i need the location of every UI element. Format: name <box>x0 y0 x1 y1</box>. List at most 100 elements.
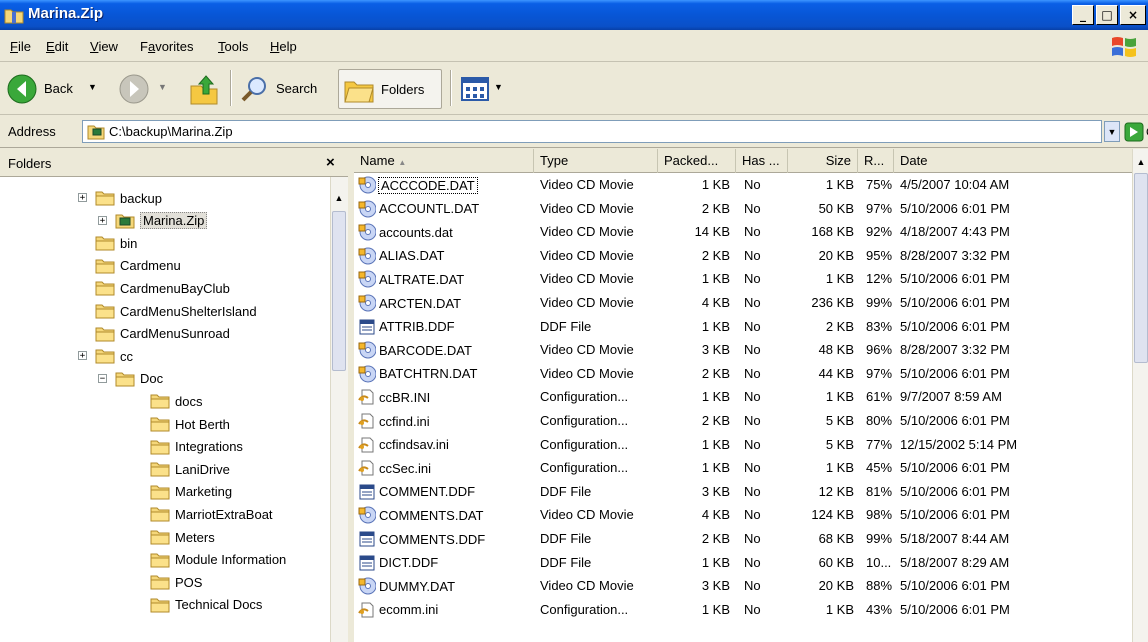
title-bar[interactable]: Marina.Zip _ □ × <box>0 0 1148 30</box>
column-header-has[interactable]: Has ... <box>736 149 788 173</box>
tree-item[interactable]: Cardmenu <box>95 255 181 277</box>
tree-item[interactable]: LaniDrive <box>150 458 230 480</box>
file-has-password: No <box>744 554 761 570</box>
file-row[interactable]: ecomm.ini Configuration... 1 KB No 1 KB 43% 5/… <box>354 599 1132 621</box>
menu-favorites[interactable]: Favorites <box>140 39 193 54</box>
scroll-up-icon[interactable]: ▲ <box>1133 153 1148 170</box>
file-row[interactable]: ARCTEN.DAT Video CD Movie 4 KB No 236 KB 99% 5… <box>354 292 1132 314</box>
folder-tree-scrollbar[interactable]: ▲ <box>330 177 348 642</box>
file-row[interactable]: DUMMY.DAT Video CD Movie 3 KB No 20 KB 88% 5/1… <box>354 575 1132 597</box>
tree-item[interactable]: Marketing <box>150 481 232 503</box>
tree-item[interactable]: Technical Docs <box>150 594 262 616</box>
close-button[interactable]: × <box>1120 5 1146 25</box>
file-row[interactable]: BATCHTRN.DAT Video CD Movie 2 KB No 44 KB 97%… <box>354 363 1132 385</box>
tree-item[interactable]: CardMenuSunroad <box>95 323 230 345</box>
column-header-ratio[interactable]: R... <box>858 149 894 173</box>
file-row[interactable]: ccfind.ini Configuration... 2 KB No 5 KB 80% 5… <box>354 410 1132 432</box>
file-type: DDF File <box>540 554 592 570</box>
file-row[interactable]: BARCODE.DAT Video CD Movie 3 KB No 48 KB 96% 8… <box>354 339 1132 361</box>
file-ratio: 99% <box>866 531 893 546</box>
file-row[interactable]: ATTRIB.DDF DDF File 1 KB No 2 KB 83% 5/10/2006… <box>354 316 1132 338</box>
expand-icon[interactable]: + <box>78 193 87 203</box>
tree-item[interactable]: cc <box>95 345 133 367</box>
file-row[interactable]: ALIAS.DAT Video CD Movie 2 KB No 20 KB 95% 8/2… <box>354 245 1132 267</box>
file-row[interactable]: COMMENTS.DDF DDF File 2 KB No 68 KB 99% 5/18/2… <box>354 528 1132 550</box>
up-folder-button[interactable] <box>184 70 224 108</box>
menu-tools[interactable]: Tools <box>218 39 248 54</box>
file-row[interactable]: COMMENTS.DAT Video CD Movie 4 KB No 124 KB 98… <box>354 504 1132 526</box>
tree-item[interactable]: Doc <box>115 368 163 390</box>
file-row[interactable]: ACCCODE.DAT Video CD Movie 1 KB No 1 KB 75% 4/… <box>354 174 1132 196</box>
ddf-file-icon <box>359 319 375 335</box>
tree-item[interactable]: Marina.Zip <box>115 210 208 232</box>
file-ratio: 12% <box>866 271 893 287</box>
expand-icon[interactable]: + <box>98 215 107 225</box>
column-header-date[interactable]: Date <box>894 149 1132 173</box>
file-name-cell: ecomm.ini <box>358 599 530 621</box>
column-header-type[interactable]: Type <box>534 149 658 173</box>
tree-item[interactable]: Hot Berth <box>150 413 230 435</box>
tree-item-label: Marina.Zip <box>140 212 208 230</box>
file-row[interactable]: COMMENT.DDF DDF File 3 KB No 12 KB 81% 5/10/20… <box>354 481 1132 503</box>
forward-button[interactable]: ▼ <box>118 70 178 108</box>
file-type: Configuration... <box>540 460 629 476</box>
file-packed-size: 1 KB <box>701 460 730 476</box>
tree-item-label: LaniDrive <box>175 461 230 477</box>
file-row[interactable]: ccfindsav.ini Configuration... 1 KB No 5 KB 7… <box>354 434 1132 456</box>
views-button[interactable]: ▼ <box>458 70 508 108</box>
column-header-packed[interactable]: Packed... <box>658 149 736 173</box>
scroll-up-icon[interactable]: ▲ <box>331 189 347 206</box>
maximize-button[interactable]: □ <box>1096 5 1118 25</box>
scrollbar-thumb[interactable] <box>1134 173 1148 363</box>
tree-item[interactable]: backup <box>95 187 162 209</box>
file-row[interactable]: DICT.DDF DDF File 1 KB No 60 KB 10... 5/18/200… <box>354 552 1132 574</box>
tree-item[interactable]: Module Information <box>150 549 286 571</box>
forward-dropdown-icon[interactable]: ▼ <box>158 82 167 92</box>
tree-item-label: CardmenuBayClub <box>120 280 230 296</box>
go-arrow-icon <box>1124 122 1144 142</box>
file-date: 5/10/2006 6:01 PM <box>900 295 1010 310</box>
file-row[interactable]: ccSec.ini Configuration... 1 KB No 1 KB 45% 5/… <box>354 457 1132 479</box>
column-header-name[interactable]: Name ▲ <box>354 149 534 173</box>
file-type: Configuration... <box>540 389 629 405</box>
file-name-cell: accounts.dat <box>358 221 530 243</box>
back-button[interactable]: Back ▼ <box>6 70 118 108</box>
close-folders-pane-button[interactable]: × <box>326 154 335 171</box>
views-dropdown-icon[interactable]: ▼ <box>494 82 503 92</box>
tree-item[interactable]: MarriotExtraBoat <box>150 503 273 525</box>
address-input[interactable]: C:\backup\Marina.Zip <box>82 120 1102 143</box>
file-row[interactable]: ALTRATE.DAT Video CD Movie 1 KB No 1 KB 12% 5/… <box>354 268 1132 290</box>
tree-item[interactable]: Integrations <box>150 436 243 458</box>
menu-file[interactable]: File <box>10 39 31 54</box>
file-size: 20 KB <box>818 247 854 263</box>
column-header-size[interactable]: Size <box>788 149 858 173</box>
tree-item[interactable]: POS <box>150 571 202 593</box>
go-button[interactable]: Go <box>1106 120 1148 144</box>
tree-item[interactable]: CardMenuShelterIsland <box>95 300 257 322</box>
scrollbar-thumb[interactable] <box>332 211 346 371</box>
minimize-button[interactable]: _ <box>1072 5 1094 25</box>
folders-button[interactable]: Folders <box>338 69 442 109</box>
tree-item-label: CardMenuShelterIsland <box>120 303 257 319</box>
windows-logo-icon <box>1112 37 1136 57</box>
file-list-scrollbar[interactable]: ▲ <box>1132 149 1148 642</box>
menu-view[interactable]: View <box>90 39 118 54</box>
collapse-icon[interactable]: − <box>98 373 107 383</box>
tree-item[interactable]: CardmenuBayClub <box>95 277 230 299</box>
tree-item-label: Hot Berth <box>175 416 230 432</box>
file-has-password: No <box>744 531 761 546</box>
file-row[interactable]: accounts.dat Video CD Movie 14 KB No 168 KB 9… <box>354 221 1132 243</box>
expand-icon[interactable]: + <box>78 351 87 361</box>
back-dropdown-icon[interactable]: ▼ <box>88 82 97 92</box>
file-name-cell: COMMENTS.DAT <box>358 504 530 526</box>
minimize-icon: _ <box>1080 8 1086 22</box>
tree-item[interactable]: docs <box>150 390 202 412</box>
file-size: 1 KB <box>825 460 854 476</box>
search-button[interactable]: Search <box>238 70 334 108</box>
menu-help[interactable]: Help <box>270 39 297 54</box>
file-row[interactable]: ccBR.INI Configuration... 1 KB No 1 KB 61% 9/7… <box>354 386 1132 408</box>
menu-edit[interactable]: Edit <box>46 39 68 54</box>
tree-item[interactable]: bin <box>95 232 137 254</box>
tree-item[interactable]: Meters <box>150 526 215 548</box>
file-row[interactable]: ACCOUNTL.DAT Video CD Movie 2 KB No 50 KB 97%… <box>354 198 1132 220</box>
